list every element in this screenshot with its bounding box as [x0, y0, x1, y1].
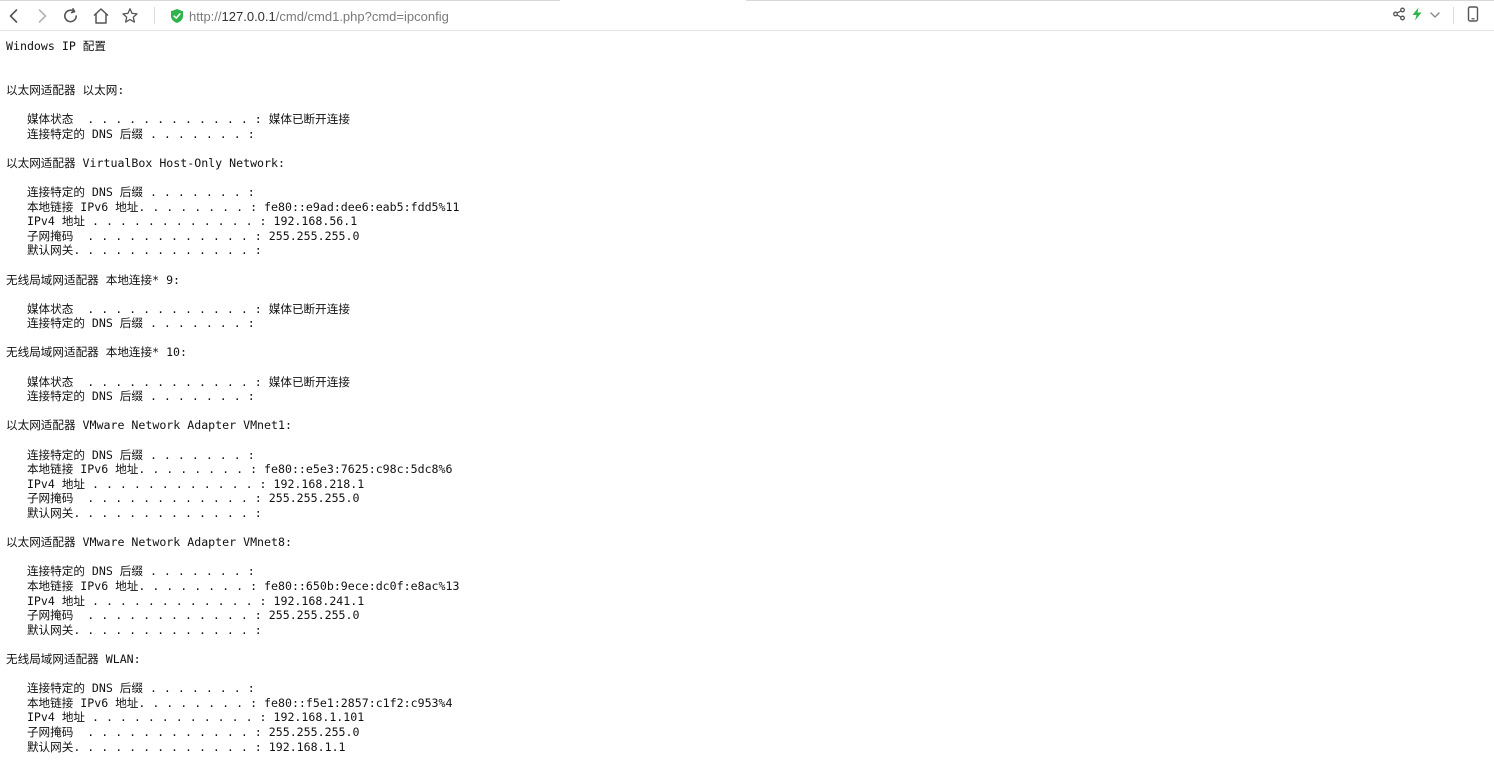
output-line: 默认网关. . . . . . . . . . . . . : — [6, 506, 262, 520]
output-line: 子网掩码 . . . . . . . . . . . . : 255.255.2… — [6, 608, 360, 623]
bookmark-button[interactable] — [118, 4, 142, 28]
window-top-border — [0, 0, 1494, 1]
output-line: 无线局域网适配器 WLAN: — [6, 651, 141, 666]
output-line: 默认网关. . . . . . . . . . . . . : 192.168.… — [6, 739, 346, 754]
output-line: 连接特定的 DNS 后缀 . . . . . . . : — [6, 184, 255, 199]
url-path: /cmd/cmd1.php?cmd=ipconfig — [275, 8, 449, 24]
output-line: 无线局域网适配器 本地连接* 9: — [6, 272, 181, 287]
mobile-view-button[interactable] — [1464, 5, 1482, 27]
output-line: 以太网适配器 以太网: — [6, 82, 125, 97]
back-button[interactable] — [2, 4, 26, 28]
output-line: 本地链接 IPv6 地址. . . . . . . . : fe80::e5e3… — [6, 462, 453, 477]
url-scheme: http:// — [189, 8, 222, 24]
output-line: 子网掩码 . . . . . . . . . . . . : 255.255.2… — [6, 228, 360, 243]
output-line: 媒体状态 . . . . . . . . . . . . : 媒体已断开连接 — [6, 301, 350, 316]
chevron-down-icon — [1429, 7, 1441, 25]
output-line: 连接特定的 DNS 后缀 . . . . . . . : — [6, 447, 255, 462]
share-button[interactable] — [1390, 6, 1408, 26]
home-icon — [92, 7, 110, 25]
top-border-segment — [746, 0, 1494, 1]
output-line: 无线局域网适配器 本地连接* 10: — [6, 345, 188, 360]
output-line: IPv4 地址 . . . . . . . . . . . . : 192.16… — [6, 593, 365, 608]
output-line: IPv4 地址 . . . . . . . . . . . . : 192.16… — [6, 710, 365, 725]
top-border-segment — [0, 0, 560, 1]
lightning-icon — [1411, 7, 1423, 26]
home-button[interactable] — [89, 4, 113, 28]
command-output: Windows IP 配置 以太网适配器 以太网: 媒体状态 . . . . .… — [6, 39, 459, 754]
output-line: 本地链接 IPv6 地址. . . . . . . . : fe80::f5e1… — [6, 695, 453, 710]
output-line: 子网掩码 . . . . . . . . . . . . : 255.255.2… — [6, 491, 360, 506]
output-line: 本地链接 IPv6 地址. . . . . . . . : fe80::650b… — [6, 578, 460, 593]
output-line: 媒体状态 . . . . . . . . . . . . : 媒体已断开连接 — [6, 374, 350, 389]
output-line: 连接特定的 DNS 后缀 . . . . . . . : — [6, 389, 255, 404]
mobile-icon — [1467, 5, 1479, 27]
star-icon — [121, 7, 139, 25]
output-line: 连接特定的 DNS 后缀 . . . . . . . : — [6, 316, 255, 331]
toolbar-divider — [154, 7, 155, 24]
output-line: 连接特定的 DNS 后缀 . . . . . . . : — [6, 681, 255, 696]
output-line: 以太网适配器 VMware Network Adapter VMnet1: — [6, 418, 292, 433]
output-line: 本地链接 IPv6 地址. . . . . . . . : fe80::e9ad… — [6, 199, 460, 214]
output-line: 连接特定的 DNS 后缀 . . . . . . . : — [6, 126, 255, 141]
output-line: 连接特定的 DNS 后缀 . . . . . . . : — [6, 564, 255, 579]
speed-button[interactable] — [1408, 6, 1426, 26]
output-line: 默认网关. . . . . . . . . . . . . : — [6, 622, 262, 637]
output-line: 子网掩码 . . . . . . . . . . . . : 255.255.2… — [6, 724, 360, 739]
chevron-left-icon — [7, 8, 21, 24]
output-line: 默认网关. . . . . . . . . . . . . : — [6, 243, 262, 258]
shield-check-icon — [170, 8, 184, 24]
address-menu-button[interactable] — [1426, 6, 1444, 26]
output-line: Windows IP 配置 — [6, 39, 106, 53]
output-line: IPv4 地址 . . . . . . . . . . . . : 192.16… — [6, 476, 365, 491]
toolbar-divider — [1453, 7, 1454, 24]
output-line: IPv4 地址 . . . . . . . . . . . . : 192.16… — [6, 214, 358, 229]
chevron-right-icon — [35, 8, 49, 24]
output-line: 以太网适配器 VirtualBox Host-Only Network: — [6, 155, 285, 170]
url-host: 127.0.0.1 — [221, 8, 276, 24]
reload-icon — [62, 7, 80, 25]
reload-button[interactable] — [59, 4, 83, 28]
output-line: 以太网适配器 VMware Network Adapter VMnet8: — [6, 535, 292, 550]
output-line: 媒体状态 . . . . . . . . . . . . : 媒体已断开连接 — [6, 111, 350, 126]
url-text[interactable]: http://127.0.0.1/cmd/cmd1.php?cmd=ipconf… — [189, 9, 449, 24]
browser-toolbar: http://127.0.0.1/cmd/cmd1.php?cmd=ipconf… — [0, 0, 1494, 31]
forward-button[interactable] — [30, 4, 54, 28]
share-icon — [1392, 7, 1406, 26]
address-bar[interactable]: http://127.0.0.1/cmd/cmd1.php?cmd=ipconf… — [166, 4, 1386, 28]
